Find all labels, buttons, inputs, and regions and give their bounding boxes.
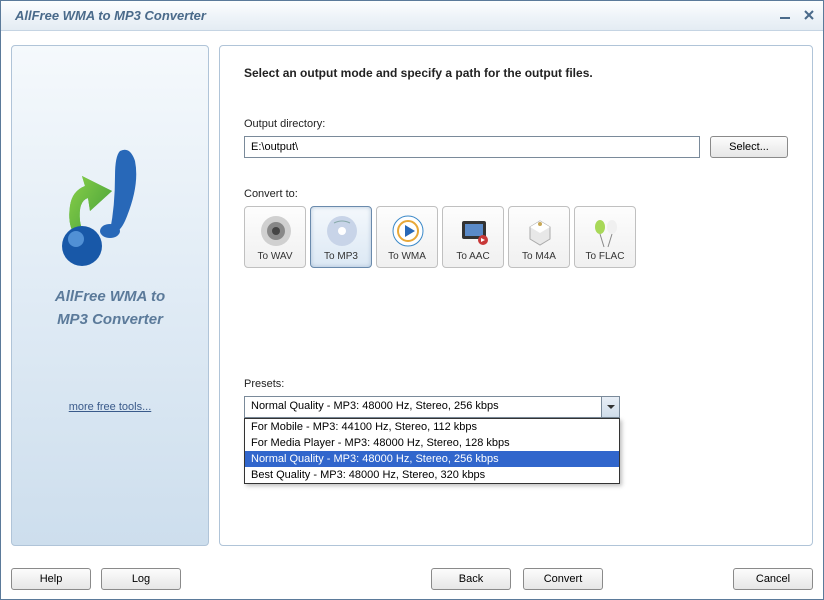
presets-label: Presets: <box>244 378 788 390</box>
help-button[interactable]: Help <box>11 568 91 590</box>
outdir-input[interactable] <box>244 136 700 158</box>
format-wav-button[interactable]: To WAV <box>244 206 306 268</box>
earbuds-icon <box>588 213 624 249</box>
select-dir-button[interactable]: Select... <box>710 136 788 158</box>
outdir-row: Select... <box>244 136 788 158</box>
app-logo-icon <box>40 136 180 276</box>
format-aac-button[interactable]: To AAC <box>442 206 504 268</box>
format-label: To MP3 <box>324 251 358 262</box>
speaker-icon <box>258 213 294 249</box>
preset-combo-wrap: Normal Quality - MP3: 48000 Hz, Stereo, … <box>244 396 788 418</box>
format-label: To AAC <box>456 251 489 262</box>
convert-button[interactable]: Convert <box>523 568 603 590</box>
close-button[interactable] <box>801 7 817 23</box>
format-mp3-button[interactable]: To MP3 <box>310 206 372 268</box>
body-area: AllFree WMA to MP3 Converter more free t… <box>1 31 823 556</box>
wmp-icon <box>390 213 426 249</box>
convert-to-label: Convert to: <box>244 188 788 200</box>
log-button[interactable]: Log <box>101 568 181 590</box>
preset-option[interactable]: For Mobile - MP3: 44100 Hz, Stereo, 112 … <box>245 419 619 435</box>
preset-combobox[interactable]: Normal Quality - MP3: 48000 Hz, Stereo, … <box>244 396 620 418</box>
format-buttons: To WAV To MP3 To WMA <box>244 206 788 268</box>
format-wma-button[interactable]: To WMA <box>376 206 438 268</box>
preset-option[interactable]: Best Quality - MP3: 48000 Hz, Stereo, 32… <box>245 467 619 483</box>
chevron-down-icon[interactable] <box>601 397 619 417</box>
format-label: To WMA <box>388 251 426 262</box>
format-label: To M4A <box>522 251 556 262</box>
titlebar-controls <box>777 7 817 23</box>
product-name-line1: AllFree WMA to <box>55 286 165 309</box>
cancel-button[interactable]: Cancel <box>733 568 813 590</box>
footer: Help Log Back Convert Cancel <box>11 567 813 591</box>
more-tools-link[interactable]: more free tools... <box>69 401 152 413</box>
preset-selected-text: Normal Quality - MP3: 48000 Hz, Stereo, … <box>245 397 601 417</box>
sidebar: AllFree WMA to MP3 Converter more free t… <box>11 45 209 546</box>
apple-device-icon <box>456 213 492 249</box>
disc-icon <box>324 213 360 249</box>
preset-dropdown: For Mobile - MP3: 44100 Hz, Stereo, 112 … <box>244 418 620 484</box>
product-name: AllFree WMA to MP3 Converter <box>55 286 165 331</box>
footer-right: Cancel <box>733 568 813 590</box>
format-m4a-button[interactable]: To M4A <box>508 206 570 268</box>
main-panel: Select an output mode and specify a path… <box>219 45 813 546</box>
format-label: To WAV <box>257 251 292 262</box>
window-title: AllFree WMA to MP3 Converter <box>9 8 206 23</box>
preset-option[interactable]: Normal Quality - MP3: 48000 Hz, Stereo, … <box>245 451 619 467</box>
outdir-label: Output directory: <box>244 118 788 130</box>
format-flac-button[interactable]: To FLAC <box>574 206 636 268</box>
footer-center: Back Convert <box>431 568 603 590</box>
instruction-text: Select an output mode and specify a path… <box>244 66 788 80</box>
footer-left: Help Log <box>11 568 181 590</box>
format-label: To FLAC <box>586 251 625 262</box>
minimize-button[interactable] <box>777 7 793 23</box>
titlebar: AllFree WMA to MP3 Converter <box>1 1 823 31</box>
app-window: AllFree WMA to MP3 Converter <box>0 0 824 600</box>
back-button[interactable]: Back <box>431 568 511 590</box>
product-name-line2: MP3 Converter <box>55 309 165 332</box>
preset-option[interactable]: For Media Player - MP3: 48000 Hz, Stereo… <box>245 435 619 451</box>
box-icon <box>522 213 558 249</box>
